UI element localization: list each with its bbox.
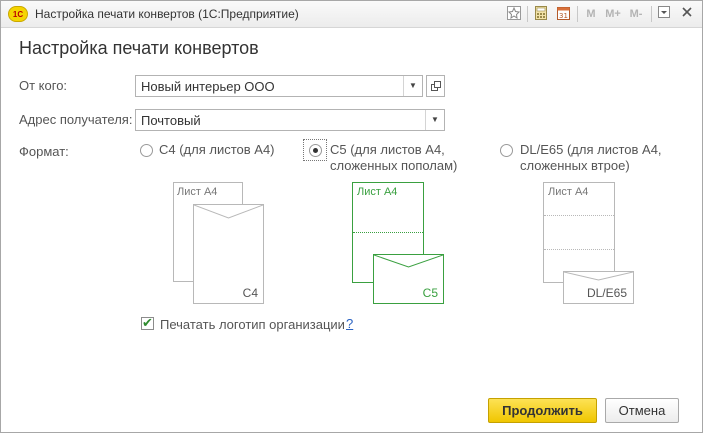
from-field[interactable]: Новый интерьер ООО ▼ [135,75,423,97]
c4-envelope-label: С4 [242,286,258,300]
checkmark-icon: ✔ [142,315,153,330]
chevron-down-icon[interactable]: ▼ [425,110,444,130]
app-logo-icon: 1С [8,6,28,22]
address-label: Адрес получателя: [19,112,133,127]
from-value: Новый интерьер ООО [141,79,275,94]
print-logo-label[interactable]: Печатать логотип организации [160,317,345,332]
menu-icon[interactable] [657,6,671,22]
print-logo-checkbox[interactable]: ✔ [141,315,154,330]
format-dl-radio[interactable] [500,144,513,157]
cancel-button[interactable]: Отмена [605,398,679,423]
format-c4-radio[interactable] [140,144,153,157]
open-icon[interactable] [426,75,445,97]
c4-envelope-preview: С4 [193,204,264,304]
memory-mplus-button[interactable]: M+ [604,6,622,22]
chevron-down-icon[interactable]: ▼ [403,76,422,96]
form-heading: Настройка печати конвертов [19,38,259,58]
help-link[interactable]: ? [346,316,353,331]
dl-sheet-preview: Лист А4 [543,182,615,283]
c5-envelope-preview: С5 [373,254,444,304]
c4-sheet-label: Лист А4 [177,186,218,198]
format-dl-label-line2[interactable]: сложенных втрое) [520,158,630,174]
calculator-icon[interactable] [534,6,548,22]
continue-button[interactable]: Продолжить [488,398,597,423]
title-bar: 1С Настройка печати конвертов (1С:Предпр… [1,1,702,28]
calendar-icon[interactable]: 31 [556,6,570,22]
c5-sheet-label: Лист А4 [357,186,398,198]
dl-sheet-label: Лист А4 [548,186,589,198]
dl-envelope-label: DL/E65 [586,286,627,300]
from-label: От кого: [19,78,68,93]
memory-mminus-button[interactable]: M- [628,6,644,22]
format-c4-label[interactable]: С4 (для листов А4) [159,142,275,158]
bookmark-icon[interactable] [507,6,521,20]
dialog-window: 1С Настройка печати конвертов (1С:Предпр… [0,0,703,433]
format-label: Формат: [19,144,69,159]
c5-envelope-label: С5 [422,286,438,300]
close-icon[interactable] [680,6,694,22]
format-c5-label-line2[interactable]: сложенных пополам) [330,158,457,174]
dl-envelope-preview: DL/E65 [563,271,634,304]
address-value: Почтовый [141,113,201,128]
format-dl-label-line1[interactable]: DL/E65 (для листов А4, [520,142,662,158]
format-c5-radio[interactable] [309,144,322,157]
svg-text:31: 31 [559,12,568,20]
format-c5-label-line1[interactable]: С5 (для листов А4, [330,142,445,158]
address-field[interactable]: Почтовый ▼ [135,109,445,131]
window-title: Настройка печати конвертов (1С:Предприят… [35,7,299,21]
memory-m-button[interactable]: M [585,6,597,22]
